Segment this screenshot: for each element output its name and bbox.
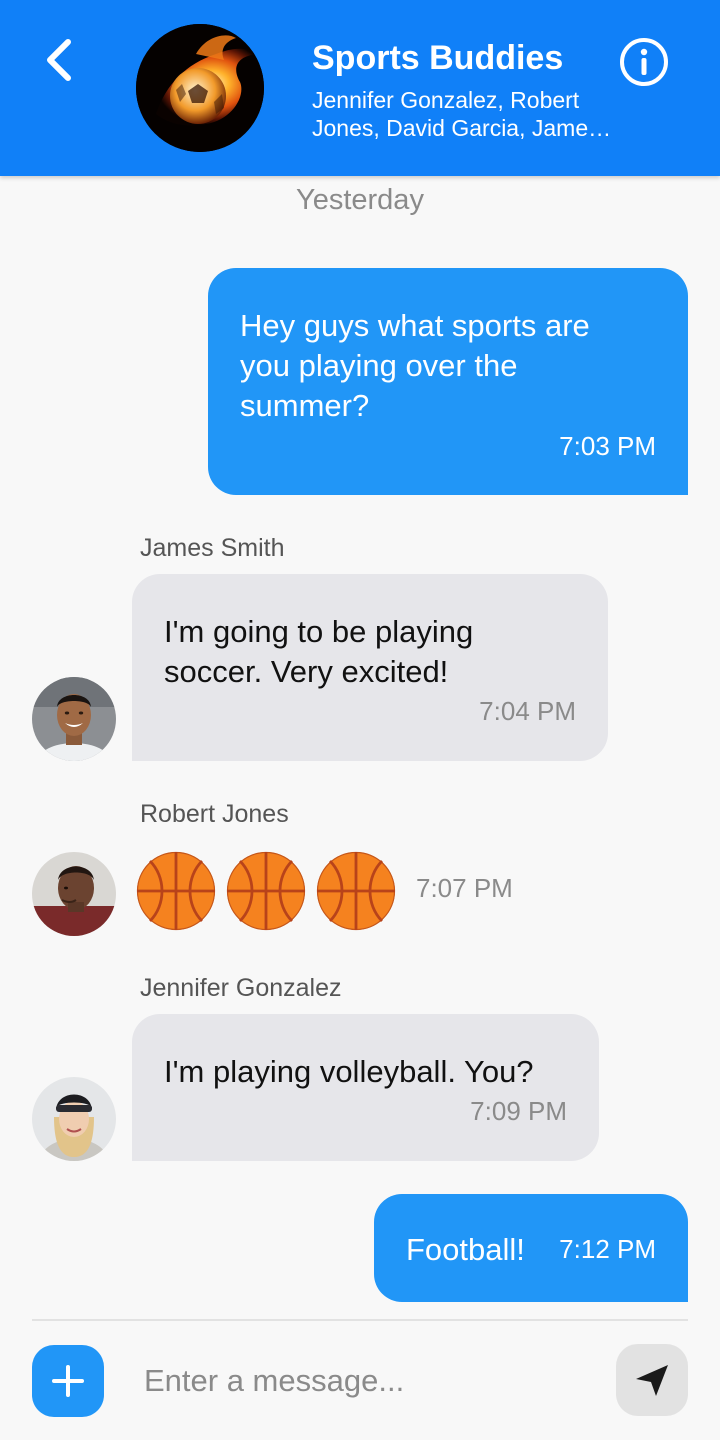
robert-jones-avatar-image	[32, 852, 116, 936]
incoming-message[interactable]: I'm playing volleyball. You? 7:09 PM	[132, 1014, 599, 1161]
message-text: I'm playing volleyball. You?	[164, 1054, 534, 1089]
date-divider: Yesterday	[296, 184, 424, 216]
outgoing-message[interactable]: Football! 7:12 PM	[374, 1194, 688, 1302]
sender-name: Robert Jones	[140, 800, 289, 828]
sender-name: Jennifer Gonzalez	[140, 974, 342, 1002]
emoji-message[interactable]	[136, 851, 398, 931]
send-icon	[636, 1365, 668, 1396]
info-icon	[620, 38, 668, 86]
group-members: Jennifer Gonzalez, Robert Jones, David G…	[312, 87, 600, 141]
chat-header: Sports Buddies Jennifer Gonzalez, Robert…	[0, 0, 720, 176]
back-button[interactable]	[30, 30, 90, 90]
message-time: 7:09 PM	[470, 1096, 567, 1126]
add-attachment-button[interactable]	[32, 1345, 104, 1417]
composer-divider	[32, 1319, 688, 1321]
message-time: 7:03 PM	[559, 431, 656, 461]
jennifer-gonzalez-avatar-image	[32, 1077, 116, 1161]
outgoing-message[interactable]: Hey guys what sports are you playing ove…	[208, 268, 688, 495]
chevron-left-icon	[47, 39, 71, 81]
basketball-icon	[226, 851, 306, 931]
sender-name: James Smith	[140, 534, 285, 562]
basketball-icon	[136, 851, 216, 931]
info-button[interactable]	[618, 36, 670, 88]
james-smith-avatar-image	[32, 677, 116, 761]
avatar[interactable]	[32, 677, 116, 761]
message-time: 7:12 PM	[559, 1234, 656, 1264]
send-button[interactable]	[616, 1344, 688, 1416]
message-time: 7:04 PM	[479, 696, 576, 726]
incoming-message[interactable]: I'm going to be playing soccer. Very exc…	[132, 574, 608, 761]
message-time: 7:07 PM	[416, 873, 513, 903]
plus-icon	[52, 1365, 84, 1397]
basketball-icon	[316, 851, 396, 931]
message-text: I'm going to be playing soccer. Very exc…	[164, 614, 474, 689]
avatar[interactable]	[32, 1077, 116, 1161]
avatar[interactable]	[32, 852, 116, 936]
group-title: Sports Buddies	[312, 39, 564, 77]
message-text: Football!	[406, 1232, 525, 1267]
group-avatar[interactable]	[136, 24, 264, 152]
message-text: Hey guys what sports are you playing ove…	[240, 308, 590, 423]
message-input[interactable]	[130, 1352, 590, 1410]
flaming-soccer-ball-image	[136, 24, 264, 152]
